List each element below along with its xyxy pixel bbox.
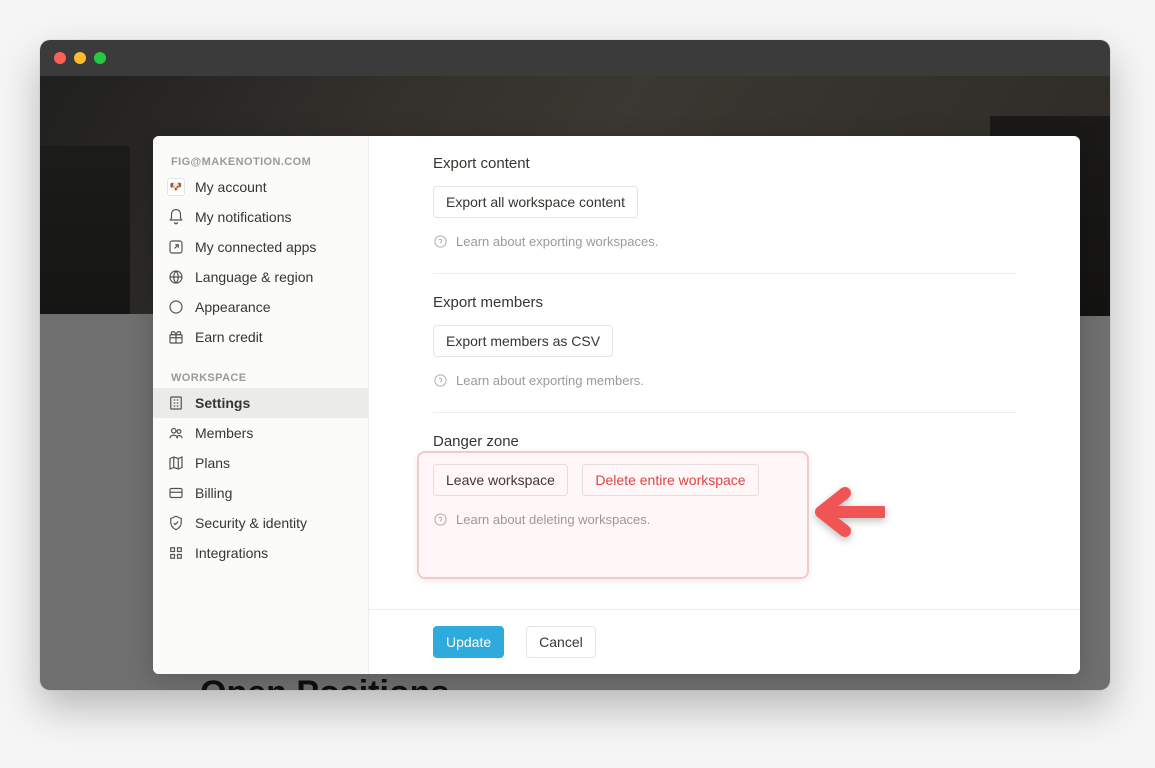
window-minimize-button[interactable] bbox=[74, 52, 86, 64]
sidebar-item-connected-apps[interactable]: My connected apps bbox=[153, 232, 368, 262]
sidebar-item-security[interactable]: Security & identity bbox=[153, 508, 368, 538]
settings-content: Export content Export all workspace cont… bbox=[369, 136, 1080, 674]
sidebar-item-label: Integrations bbox=[195, 545, 268, 561]
export-content-button[interactable]: Export all workspace content bbox=[433, 186, 638, 218]
leave-workspace-button[interactable]: Leave workspace bbox=[433, 464, 568, 496]
sidebar-item-appearance[interactable]: Appearance bbox=[153, 292, 368, 322]
sidebar-item-label: Appearance bbox=[195, 299, 271, 315]
sidebar-item-label: My account bbox=[195, 179, 267, 195]
grid-icon bbox=[167, 544, 185, 562]
sidebar-item-my-account[interactable]: 🐶 My account bbox=[153, 172, 368, 202]
section-title: Export members bbox=[433, 294, 1016, 311]
sidebar-item-label: Settings bbox=[195, 395, 250, 411]
danger-helper[interactable]: Learn about deleting workspaces. bbox=[433, 512, 1016, 527]
settings-modal: FIG@MAKENOTION.COM 🐶 My account My notif… bbox=[153, 136, 1080, 674]
sidebar-item-label: Billing bbox=[195, 485, 232, 501]
export-members-button[interactable]: Export members as CSV bbox=[433, 325, 613, 357]
delete-workspace-button[interactable]: Delete entire workspace bbox=[582, 464, 758, 496]
section-export-members: Export members Export members as CSV Lea… bbox=[433, 273, 1016, 412]
external-link-icon bbox=[167, 238, 185, 256]
sidebar-item-billing[interactable]: Billing bbox=[153, 478, 368, 508]
helper-text: Learn about exporting members. bbox=[456, 373, 644, 388]
sidebar-item-settings[interactable]: Settings bbox=[153, 388, 368, 418]
window-close-button[interactable] bbox=[54, 52, 66, 64]
sidebar-item-label: Plans bbox=[195, 455, 230, 471]
section-export-content: Export content Export all workspace cont… bbox=[433, 136, 1016, 273]
window-zoom-button[interactable] bbox=[94, 52, 106, 64]
section-title: Export content bbox=[433, 155, 1016, 172]
sidebar-item-language[interactable]: Language & region bbox=[153, 262, 368, 292]
settings-sidebar: FIG@MAKENOTION.COM 🐶 My account My notif… bbox=[153, 136, 369, 674]
building-icon bbox=[167, 394, 185, 412]
help-icon bbox=[433, 234, 448, 249]
helper-text: Learn about exporting workspaces. bbox=[456, 234, 658, 249]
sidebar-item-members[interactable]: Members bbox=[153, 418, 368, 448]
section-title: Danger zone bbox=[433, 433, 1016, 450]
export-content-helper[interactable]: Learn about exporting workspaces. bbox=[433, 234, 1016, 249]
map-icon bbox=[167, 454, 185, 472]
sidebar-item-earn-credit[interactable]: Earn credit bbox=[153, 322, 368, 352]
cancel-button[interactable]: Cancel bbox=[526, 626, 596, 658]
helper-text: Learn about deleting workspaces. bbox=[456, 512, 650, 527]
shield-icon bbox=[167, 514, 185, 532]
sidebar-item-label: Language & region bbox=[195, 269, 313, 285]
sidebar-item-integrations[interactable]: Integrations bbox=[153, 538, 368, 568]
avatar-icon: 🐶 bbox=[167, 178, 185, 196]
moon-icon bbox=[167, 298, 185, 316]
sidebar-item-label: Earn credit bbox=[195, 329, 263, 345]
sidebar-item-label: My connected apps bbox=[195, 239, 316, 255]
update-button[interactable]: Update bbox=[433, 626, 504, 658]
window-titlebar bbox=[40, 40, 1110, 76]
help-icon bbox=[433, 373, 448, 388]
people-icon bbox=[167, 424, 185, 442]
section-danger-zone: Danger zone Leave workspace Delete entir… bbox=[433, 412, 1016, 551]
credit-card-icon bbox=[167, 484, 185, 502]
sidebar-item-notifications[interactable]: My notifications bbox=[153, 202, 368, 232]
app-window: Open Positions Engineering FIG@MAKENOTIO… bbox=[40, 40, 1110, 690]
sidebar-item-plans[interactable]: Plans bbox=[153, 448, 368, 478]
gift-icon bbox=[167, 328, 185, 346]
globe-icon bbox=[167, 268, 185, 286]
sidebar-item-label: Security & identity bbox=[195, 515, 307, 531]
sidebar-account-header: FIG@MAKENOTION.COM bbox=[153, 150, 368, 172]
sidebar-item-label: My notifications bbox=[195, 209, 291, 225]
sidebar-item-label: Members bbox=[195, 425, 253, 441]
settings-footer: Update Cancel bbox=[369, 609, 1080, 674]
help-icon bbox=[433, 512, 448, 527]
export-members-helper[interactable]: Learn about exporting members. bbox=[433, 373, 1016, 388]
sidebar-workspace-header: WORKSPACE bbox=[153, 366, 368, 388]
bell-icon bbox=[167, 208, 185, 226]
